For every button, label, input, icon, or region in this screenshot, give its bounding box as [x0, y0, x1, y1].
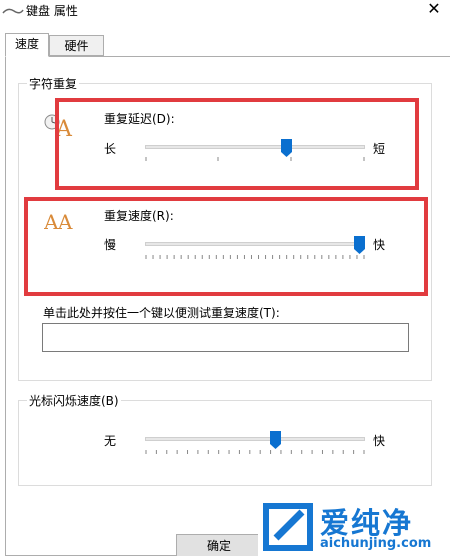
watermark-logo: 爱纯净 aichunjing.com	[258, 498, 450, 556]
group-cursor-blink: 光标闪烁速度(B)	[18, 392, 432, 486]
cursor-blink-slider-thumb[interactable]	[270, 431, 282, 449]
ok-button[interactable]: 确定	[176, 534, 262, 556]
cursor-blink-max-label: 快	[373, 434, 386, 448]
cursor-blink-min-label: 无	[104, 434, 117, 448]
keyboard-icon	[2, 8, 24, 14]
title-bar: 键盘 属性 ✕	[0, 0, 450, 22]
cursor-blink-ticks	[145, 450, 365, 454]
close-icon: ✕	[427, 0, 441, 18]
highlight-box-rate	[24, 197, 428, 296]
test-repeat-label: 单击此处并按住一个键以便测试重复速度(T):	[43, 306, 280, 320]
watermark-url: aichunjing.com	[320, 536, 432, 551]
close-button[interactable]: ✕	[424, 0, 444, 20]
test-repeat-input[interactable]	[42, 323, 409, 352]
brand-logo-icon	[263, 503, 313, 551]
cursor-blink-slider-track[interactable]	[145, 437, 365, 441]
group-title-char-repeat: 字符重复	[27, 75, 80, 92]
group-title-cursor-blink: 光标闪烁速度(B)	[27, 392, 121, 409]
tab-speed[interactable]: 速度	[5, 33, 49, 57]
window-title: 键盘 属性	[26, 4, 78, 18]
highlight-box-delay	[55, 98, 419, 190]
tab-hardware[interactable]: 硬件	[49, 35, 104, 56]
